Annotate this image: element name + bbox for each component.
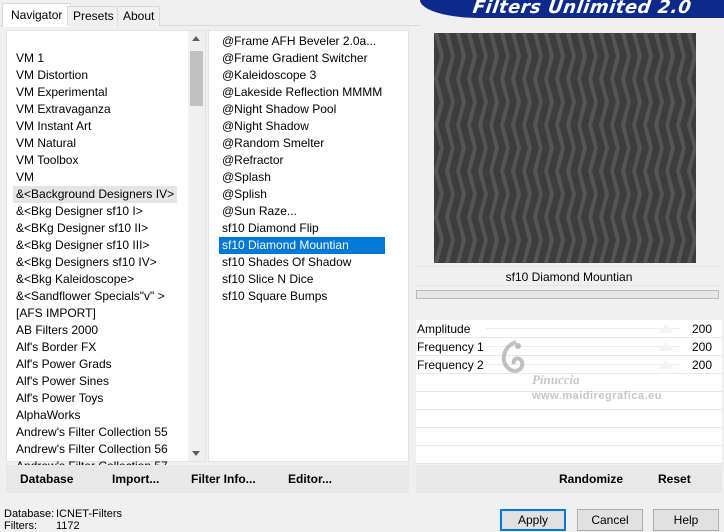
reset-button[interactable]: Reset — [658, 465, 691, 493]
parameter-toolbar: Randomize Reset — [416, 465, 722, 493]
database-label: Database: — [4, 508, 55, 520]
category-item[interactable]: AlphaWorks — [13, 407, 177, 424]
diamond-mountain-pattern — [434, 33, 696, 263]
scroll-thumb[interactable] — [190, 51, 203, 106]
apply-button[interactable]: Apply — [500, 509, 566, 531]
filter-item[interactable]: @Kaleidoscope 3 — [219, 67, 385, 84]
filter-item[interactable]: @Splash — [219, 169, 385, 186]
slider-thumb-icon[interactable] — [658, 324, 674, 333]
slider-track[interactable] — [486, 346, 680, 347]
help-button[interactable]: Help — [653, 509, 719, 531]
param-value: 200 — [691, 322, 712, 336]
category-item[interactable]: VM — [13, 169, 177, 186]
category-item[interactable]: AB Filters 2000 — [13, 322, 177, 339]
filter-item[interactable]: sf10 Diamond Flip — [219, 220, 385, 237]
category-item[interactable]: [AFS IMPORT] — [13, 305, 177, 322]
filter-list-panel[interactable]: @Frame AFH Beveler 2.0a... @Frame Gradien… — [208, 30, 409, 462]
category-list-panel[interactable]: VM 1 VM Distortion VM Experimental VM Extra… — [6, 30, 206, 468]
category-item[interactable]: Andrew's Filter Collection 56 — [13, 441, 177, 458]
category-item[interactable]: VM Extravaganza — [13, 101, 177, 118]
category-list[interactable]: VM 1 VM Distortion VM Experimental VM Extra… — [13, 50, 178, 468]
filter-item[interactable]: @Random Smelter — [219, 135, 385, 152]
category-item[interactable]: VM 1 — [13, 50, 177, 67]
category-item[interactable]: &<Bkg Designer sf10 I> — [13, 203, 177, 220]
import-button[interactable]: Import... — [112, 465, 159, 493]
param-frequency-2[interactable]: Frequency 2 200 — [416, 356, 722, 374]
param-amplitude[interactable]: Amplitude 200 — [416, 320, 722, 338]
list-toolbar: Database Import... Filter Info... Editor… — [6, 465, 409, 493]
randomize-button[interactable]: Randomize — [559, 465, 623, 493]
filter-item[interactable]: @Splish — [219, 186, 385, 203]
parameter-list: Amplitude 200 Frequency 1 200 Frequency … — [416, 320, 722, 464]
tab-bar: Navigator Presets About — [0, 0, 420, 27]
category-item[interactable]: &<Bkg Designers sf10 IV> — [13, 254, 177, 271]
slider-track[interactable] — [486, 328, 680, 329]
category-item[interactable]: &<BKg Designer sf10 II> — [13, 220, 177, 237]
param-row-empty — [416, 392, 722, 410]
selected-filter-caption: sf10 Diamond Mountian — [416, 266, 722, 286]
category-item[interactable]: &<Sandflower Specials"v" > — [13, 288, 177, 305]
filter-item[interactable]: @Refractor — [219, 152, 385, 169]
scroll-up-arrow-icon[interactable] — [192, 36, 200, 41]
cancel-button[interactable]: Cancel — [577, 509, 643, 531]
filters-label: Filters: — [4, 520, 37, 532]
tab-navigator[interactable]: Navigator — [2, 3, 72, 27]
param-row-empty — [416, 446, 722, 464]
filter-item[interactable]: sf10 Shades Of Shadow — [219, 254, 385, 271]
filters-count: 1172 — [56, 520, 80, 532]
category-item[interactable]: Alf's Power Toys — [13, 390, 177, 407]
category-item[interactable]: VM Experimental — [13, 84, 177, 101]
banner-title: Filters Unlimited 2.0 — [471, 0, 693, 18]
param-name: Amplitude — [417, 322, 471, 336]
filters-unlimited-banner: Filters Unlimited 2.0 — [420, 0, 724, 18]
tab-about[interactable]: About — [117, 6, 161, 26]
filter-item[interactable]: @Frame AFH Beveler 2.0a... — [219, 33, 385, 50]
param-row-empty — [416, 428, 722, 446]
param-frequency-1[interactable]: Frequency 1 200 — [416, 338, 722, 356]
filter-item[interactable]: sf10 Diamond Mountian — [219, 237, 386, 254]
category-item[interactable]: Alf's Border FX — [13, 339, 177, 356]
category-item[interactable]: Alf's Power Grads — [13, 356, 177, 373]
scroll-down-arrow-icon[interactable] — [192, 451, 200, 456]
category-item[interactable]: Andrew's Filter Collection 55 — [13, 424, 177, 441]
editor-button[interactable]: Editor... — [288, 465, 332, 493]
filter-item[interactable]: sf10 Square Bumps — [219, 288, 385, 305]
category-item[interactable]: &<Bkg Designer sf10 III> — [13, 237, 177, 254]
database-value: ICNET-Filters — [56, 508, 122, 520]
filter-info-button[interactable]: Filter Info... — [191, 465, 256, 493]
category-item[interactable]: VM Distortion — [13, 67, 177, 84]
progress-bar — [416, 290, 719, 299]
param-row-empty — [416, 410, 722, 428]
filter-item[interactable]: @Night Shadow Pool — [219, 101, 385, 118]
filter-item[interactable]: @Frame Gradient Switcher — [219, 50, 385, 67]
filter-item[interactable]: sf10 Slice N Dice — [219, 271, 385, 288]
filter-preview-image — [434, 33, 696, 263]
filter-item[interactable]: @Sun Raze... — [219, 203, 385, 220]
category-scrollbar[interactable] — [188, 31, 205, 461]
category-item[interactable]: &<Background Designers IV> — [13, 186, 178, 203]
tab-presets[interactable]: Presets — [67, 6, 120, 26]
category-item[interactable]: VM Toolbox — [13, 152, 177, 169]
filter-item[interactable]: @Lakeside Reflection MMMM — [219, 84, 385, 101]
category-item[interactable]: VM Instant Art — [13, 118, 177, 135]
slider-track[interactable] — [486, 364, 680, 365]
slider-thumb-icon[interactable] — [658, 342, 674, 351]
database-button[interactable]: Database — [20, 465, 73, 493]
param-value: 200 — [691, 358, 712, 372]
param-value: 200 — [691, 340, 712, 354]
param-row-empty — [416, 374, 722, 392]
filter-list[interactable]: @Frame AFH Beveler 2.0a... @Frame Gradien… — [219, 33, 386, 305]
category-item[interactable]: &<Bkg Kaleidoscope> — [13, 271, 177, 288]
filter-item[interactable]: @Night Shadow — [219, 118, 385, 135]
slider-thumb-icon[interactable] — [658, 360, 674, 369]
param-name: Frequency 2 — [417, 358, 484, 372]
param-name: Frequency 1 — [417, 340, 484, 354]
category-item[interactable]: Alf's Power Sines — [13, 373, 177, 390]
category-item[interactable]: VM Natural — [13, 135, 177, 152]
